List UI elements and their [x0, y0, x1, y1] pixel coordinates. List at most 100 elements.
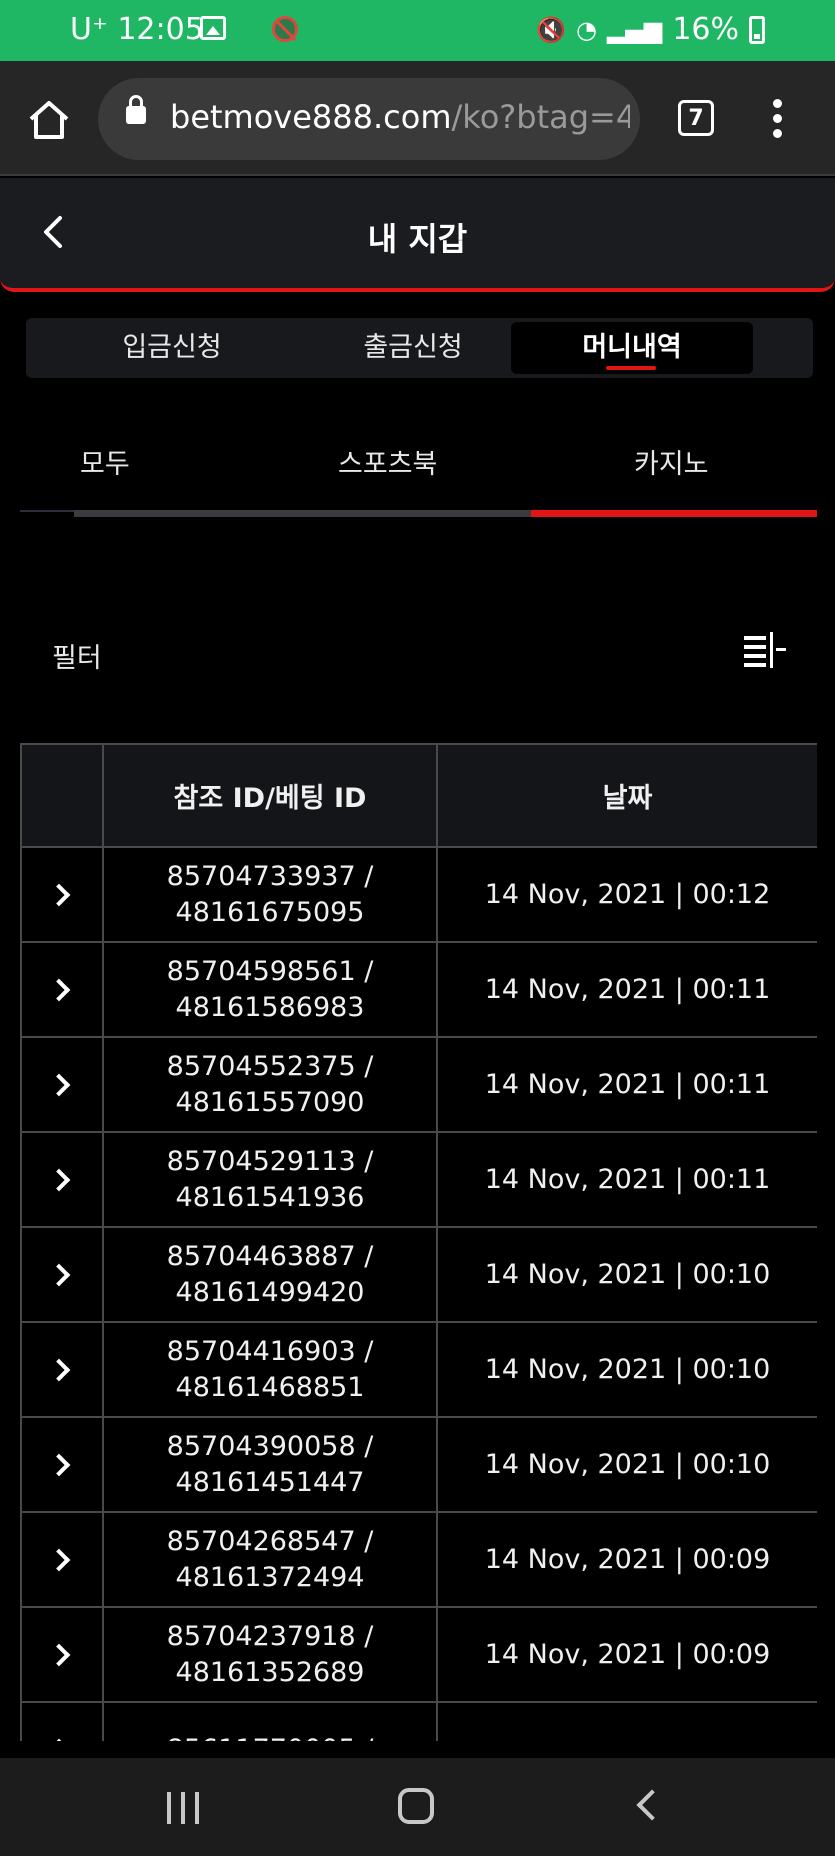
table-row[interactable]: 85704529113 / 48161541936 14 Nov, 2021 | … — [20, 1131, 817, 1228]
url-path: /ko?btag=4 — [451, 98, 630, 136]
table-row[interactable]: 85704268547 / 48161372494 14 Nov, 2021 | … — [20, 1511, 817, 1608]
battery-percent: 16% — [672, 12, 739, 47]
address-bar[interactable]: betmove888.com/ko?btag=4 — [98, 78, 640, 160]
id-cell: 85704268547 / 48161372494 — [102, 1511, 438, 1608]
id-cell: 85611770005 / — [102, 1701, 438, 1742]
column-header-expand — [20, 743, 104, 848]
expand-cell[interactable] — [20, 1321, 104, 1418]
chevron-right-icon[interactable] — [47, 1453, 71, 1476]
tab-switcher-button[interactable]: 7 — [678, 100, 714, 136]
url-text[interactable]: betmove888.com/ko?btag=4 — [170, 98, 630, 136]
date-cell: 14 Nov, 2021 | 00:11 — [436, 1036, 817, 1133]
filter-label: 필터 — [52, 643, 102, 674]
filter-toggle-icon[interactable] — [740, 630, 788, 670]
tab-casino[interactable]: 카지노 — [634, 442, 709, 481]
tab-all[interactable]: 모두 — [80, 442, 130, 481]
table-header-row: 참조 ID/베팅 ID 날짜 — [20, 743, 817, 848]
more-menu-icon[interactable] — [771, 99, 783, 139]
tab-label: 입금신청 — [122, 332, 222, 363]
browser-toolbar: betmove888.com/ko?btag=4 7 — [0, 61, 835, 176]
category-tabs: 모두 스포츠북 카지노 — [20, 430, 817, 520]
expand-cell[interactable] — [20, 1606, 104, 1703]
recent-apps-icon[interactable] — [167, 1792, 201, 1824]
id-cell: 85704733937 / 48161675095 — [102, 846, 438, 943]
expand-cell[interactable] — [20, 846, 104, 943]
reference-id: 85704390058 / — [166, 1430, 374, 1462]
carrier-time: U⁺ 12:05 — [70, 12, 204, 47]
column-header-id: 참조 ID/베팅 ID — [102, 743, 438, 848]
tab-label: 머니내역 — [582, 332, 682, 363]
history-table: 참조 ID/베팅 ID 날짜 85704733937 / 48161675095 … — [20, 743, 817, 1741]
table-row[interactable]: 85704598561 / 48161586983 14 Nov, 2021 | … — [20, 941, 817, 1038]
reference-id: 85704733937 / — [166, 860, 374, 892]
date-cell: 14 Nov, 2021 | 00:11 — [436, 1131, 817, 1228]
table-row[interactable]: 85704733937 / 48161675095 14 Nov, 2021 | … — [20, 846, 817, 943]
home-icon[interactable] — [26, 97, 72, 143]
table-row[interactable]: 85611770005 / — [20, 1701, 817, 1742]
table-row[interactable]: 85704416903 / 48161468851 14 Nov, 2021 | … — [20, 1321, 817, 1418]
expand-cell[interactable] — [20, 1416, 104, 1513]
chevron-right-icon[interactable] — [47, 1073, 71, 1096]
column-header-date: 날짜 — [436, 743, 817, 848]
reference-id: 85704529113 / — [166, 1145, 374, 1177]
reference-id: 85704552375 / — [166, 1050, 374, 1082]
expand-cell[interactable] — [20, 1131, 104, 1228]
chevron-right-icon[interactable] — [47, 1548, 71, 1571]
page-header: 내 지갑 — [0, 178, 835, 292]
id-cell: 85704529113 / 48161541936 — [102, 1131, 438, 1228]
id-cell: 85704390058 / 48161451447 — [102, 1416, 438, 1513]
url-domain: betmove888.com — [170, 98, 452, 136]
bet-id: 48161557090 — [175, 1086, 365, 1118]
table-row[interactable]: 85704237918 / 48161352689 14 Nov, 2021 | … — [20, 1606, 817, 1703]
bet-id: 48161372494 — [175, 1561, 365, 1593]
page-title: 내 지갑 — [367, 220, 468, 258]
wallet-tabs: 입금신청 출금신청 머니내역 — [26, 318, 813, 378]
tab-deposit[interactable]: 입금신청 — [51, 322, 293, 374]
id-cell: 85704416903 / 48161468851 — [102, 1321, 438, 1418]
mute-icon: 🔇 — [536, 15, 566, 44]
reference-id: 85704416903 / — [166, 1335, 374, 1367]
tab-money-history[interactable]: 머니내역 — [511, 322, 753, 374]
bet-id: 48161352689 — [175, 1656, 365, 1688]
reference-id: 85704463887 / — [166, 1240, 374, 1272]
id-cell: 85704598561 / 48161586983 — [102, 941, 438, 1038]
gallery-icon — [200, 16, 226, 40]
date-cell: 14 Nov, 2021 | 00:10 — [436, 1321, 817, 1418]
back-nav-icon[interactable] — [636, 1789, 668, 1821]
bet-id: 48161586983 — [175, 991, 365, 1023]
bet-id: 48161468851 — [175, 1371, 365, 1403]
chevron-right-icon[interactable] — [47, 1168, 71, 1191]
id-cell: 85704237918 / 48161352689 — [102, 1606, 438, 1703]
home-button-icon[interactable] — [398, 1788, 434, 1824]
date-cell: 14 Nov, 2021 | 00:11 — [436, 941, 817, 1038]
chevron-right-icon[interactable] — [47, 883, 71, 906]
reference-id: 85611770005 / — [104, 1732, 436, 1742]
date-cell: 14 Nov, 2021 | 00:09 — [436, 1511, 817, 1608]
chevron-right-icon[interactable] — [47, 1643, 71, 1666]
id-cell: 85704552375 / 48161557090 — [102, 1036, 438, 1133]
expand-cell[interactable] — [20, 1036, 104, 1133]
signal-icon: ▂▄▆ — [606, 15, 663, 44]
active-tab-indicator — [606, 366, 656, 370]
system-nav-bar — [0, 1758, 835, 1856]
expand-cell[interactable] — [20, 1226, 104, 1323]
tab-sportsbook[interactable]: 스포츠북 — [338, 442, 437, 481]
active-tab-indicator — [531, 510, 817, 517]
expand-cell[interactable] — [20, 1511, 104, 1608]
bet-id: 48161499420 — [175, 1276, 365, 1308]
reference-id: 85704598561 / — [166, 955, 374, 987]
chevron-right-icon[interactable] — [47, 1263, 71, 1286]
chevron-right-icon[interactable] — [47, 978, 71, 1001]
expand-cell[interactable] — [20, 941, 104, 1038]
wifi-icon: ◔ — [575, 15, 597, 44]
tab-withdraw[interactable]: 출금신청 — [292, 322, 534, 374]
expand-cell[interactable] — [20, 1701, 104, 1741]
table-row[interactable]: 85704463887 / 48161499420 14 Nov, 2021 | … — [20, 1226, 817, 1323]
chevron-right-icon[interactable] — [47, 1738, 71, 1741]
bet-id: 48161675095 — [175, 896, 365, 928]
table-row[interactable]: 85704552375 / 48161557090 14 Nov, 2021 | … — [20, 1036, 817, 1133]
status-bar: U⁺ 12:05 🔇 ◔ ▂▄▆ 16% — [0, 0, 835, 61]
table-row[interactable]: 85704390058 / 48161451447 14 Nov, 2021 | … — [20, 1416, 817, 1513]
reference-id: 85704268547 / — [166, 1525, 374, 1557]
chevron-right-icon[interactable] — [47, 1358, 71, 1381]
